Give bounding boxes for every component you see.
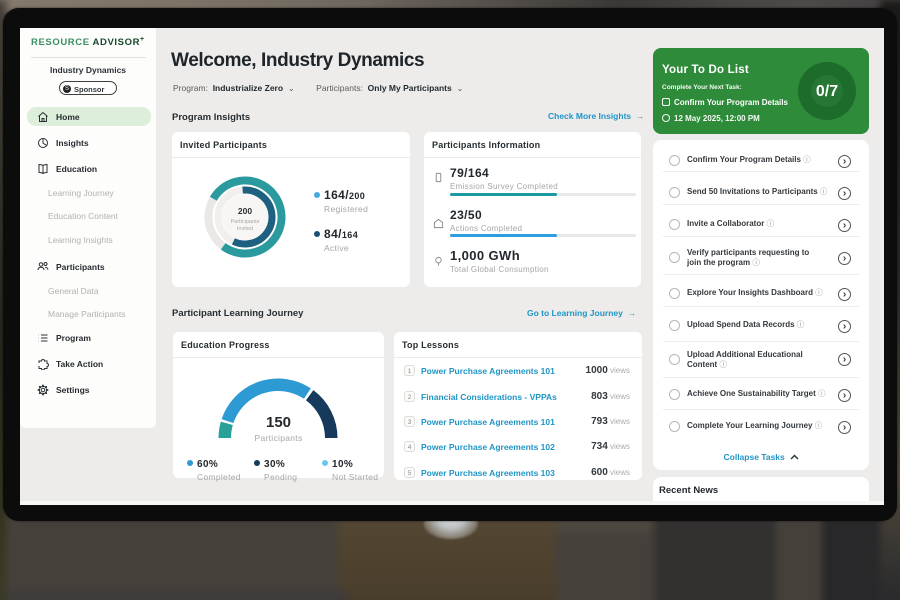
svg-text:Participants: Participants	[231, 219, 260, 225]
svg-text:0/7: 0/7	[816, 83, 838, 100]
svg-text:200: 200	[238, 206, 252, 216]
svg-text:Invited: Invited	[237, 226, 253, 232]
